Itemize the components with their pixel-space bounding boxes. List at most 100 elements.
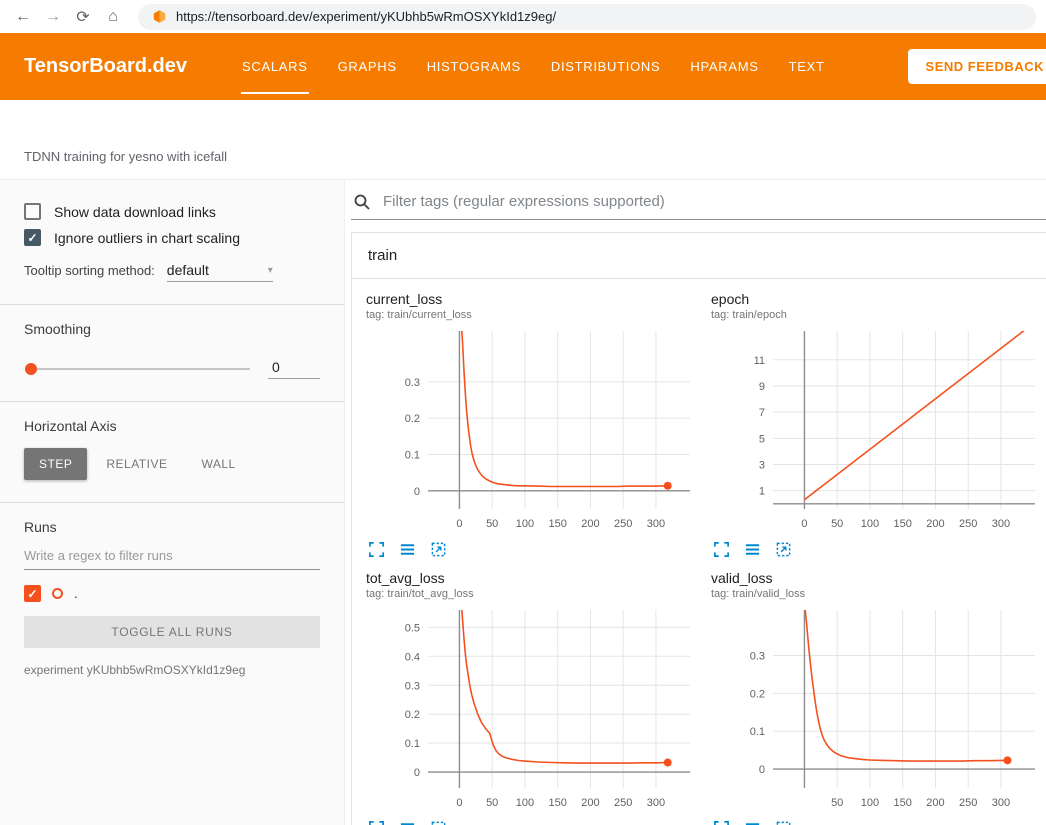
sidebar-section-smoothing: Smoothing 0 <box>0 305 344 402</box>
svg-text:250: 250 <box>614 518 632 530</box>
app-header: TensorBoard.dev SCALARSGRAPHSHISTOGRAMSD… <box>0 33 1046 100</box>
home-icon[interactable]: ⌂ <box>100 8 126 26</box>
svg-text:300: 300 <box>992 797 1010 809</box>
fit-domain-icon[interactable] <box>775 820 792 825</box>
tab-distributions[interactable]: DISTRIBUTIONS <box>536 33 676 100</box>
svg-text:300: 300 <box>647 518 665 530</box>
chart-toolbar <box>366 541 711 562</box>
svg-text:0.4: 0.4 <box>405 651 420 663</box>
svg-text:50: 50 <box>831 797 843 809</box>
fit-domain-icon[interactable] <box>430 541 447 562</box>
svg-text:0.3: 0.3 <box>750 650 765 662</box>
line-chart[interactable]: 00.10.20.3050100150200250300 <box>366 325 698 537</box>
line-chart[interactable]: 00.10.20.30.40.5050100150200250300 <box>366 604 698 816</box>
svg-text:0: 0 <box>759 764 765 776</box>
svg-text:200: 200 <box>581 797 599 809</box>
chart-tag: tag: train/current_loss <box>366 308 711 323</box>
expand-chart-icon[interactable] <box>713 541 730 562</box>
axis-button-step[interactable]: STEP <box>24 448 87 480</box>
horizontal-axis-buttons: STEPRELATIVEWALL <box>24 448 320 480</box>
tooltip-sorting-label: Tooltip sorting method: <box>24 263 155 278</box>
tab-graphs[interactable]: GRAPHS <box>323 33 412 100</box>
main-panel: train current_loss tag: train/current_lo… <box>345 180 1046 825</box>
runs-filter-input[interactable] <box>24 541 320 570</box>
axis-button-relative[interactable]: RELATIVE <box>91 448 182 480</box>
svg-text:300: 300 <box>647 797 665 809</box>
tensorboard-favicon <box>152 9 167 24</box>
show-download-links-label: Show data download links <box>54 204 216 220</box>
chevron-down-icon: ▾ <box>268 265 273 276</box>
svg-text:150: 150 <box>549 797 567 809</box>
svg-text:300: 300 <box>992 518 1010 530</box>
tab-text[interactable]: TEXT <box>774 33 840 100</box>
address-bar[interactable]: https://tensorboard.dev/experiment/yKUbh… <box>138 4 1036 30</box>
tag-group-header[interactable]: train <box>352 233 1046 279</box>
experiment-title: TDNN training for yesno with icefall <box>24 149 227 164</box>
svg-text:0: 0 <box>456 797 462 809</box>
smoothing-value-field[interactable]: 0 <box>268 359 320 379</box>
svg-text:0.1: 0.1 <box>405 450 420 462</box>
tag-filter-row <box>351 188 1046 220</box>
chart-card: current_loss tag: train/current_loss 00.… <box>366 291 711 562</box>
ignore-outliers-checkbox[interactable] <box>24 229 41 246</box>
svg-text:0.3: 0.3 <box>405 377 420 389</box>
svg-text:0: 0 <box>414 767 420 779</box>
line-chart[interactable]: 00.10.20.350100150200250300 <box>711 604 1043 816</box>
back-icon[interactable]: ← <box>10 8 36 26</box>
content: Show data download links Ignore outliers… <box>0 180 1046 825</box>
ignore-outliers-label: Ignore outliers in chart scaling <box>54 230 240 246</box>
svg-text:9: 9 <box>759 381 765 393</box>
toggle-y-axis-icon[interactable] <box>399 820 416 825</box>
app-logo: TensorBoard.dev <box>24 55 187 78</box>
tooltip-sorting-dropdown[interactable]: default ▾ <box>167 262 273 282</box>
expand-chart-icon[interactable] <box>368 541 385 562</box>
svg-text:0.1: 0.1 <box>750 726 765 738</box>
runs-label: Runs <box>24 519 320 535</box>
chart-toolbar <box>366 820 711 825</box>
run-color-circle[interactable] <box>52 588 63 599</box>
toggle-all-runs-button[interactable]: TOGGLE ALL RUNS <box>24 616 320 648</box>
run-row: . <box>24 585 320 602</box>
svg-text:200: 200 <box>926 797 944 809</box>
send-feedback-button[interactable]: SEND FEEDBACK <box>908 49 1046 84</box>
svg-text:50: 50 <box>486 518 498 530</box>
svg-text:250: 250 <box>959 518 977 530</box>
svg-text:200: 200 <box>581 518 599 530</box>
reload-icon[interactable]: ⟳ <box>70 7 96 27</box>
chart-title: valid_loss <box>711 570 1046 587</box>
show-download-links-row: Show data download links <box>24 203 320 220</box>
svg-text:250: 250 <box>614 797 632 809</box>
svg-text:0: 0 <box>456 518 462 530</box>
smoothing-slider-row: 0 <box>24 359 320 379</box>
tab-scalars[interactable]: SCALARS <box>227 33 323 100</box>
line-chart[interactable]: 1357911050100150200250300 <box>711 325 1043 537</box>
expand-chart-icon[interactable] <box>713 820 730 825</box>
charts-grid: current_loss tag: train/current_loss 00.… <box>352 279 1046 825</box>
toggle-y-axis-icon[interactable] <box>744 820 761 825</box>
horizontal-axis-label: Horizontal Axis <box>24 418 320 434</box>
fit-domain-icon[interactable] <box>430 820 447 825</box>
svg-text:100: 100 <box>861 518 879 530</box>
tag-filter-input[interactable] <box>381 192 1046 211</box>
svg-text:100: 100 <box>861 797 879 809</box>
show-download-links-checkbox[interactable] <box>24 203 41 220</box>
toggle-y-axis-icon[interactable] <box>399 541 416 562</box>
chart-card: tot_avg_loss tag: train/tot_avg_loss 00.… <box>366 570 711 825</box>
svg-text:50: 50 <box>831 518 843 530</box>
smoothing-slider[interactable] <box>26 368 250 370</box>
forward-icon[interactable]: → <box>40 8 66 26</box>
svg-text:150: 150 <box>549 518 567 530</box>
run-checkbox[interactable] <box>24 585 41 602</box>
svg-text:0.2: 0.2 <box>750 688 765 700</box>
axis-button-wall[interactable]: WALL <box>186 448 250 480</box>
svg-text:150: 150 <box>894 797 912 809</box>
fit-domain-icon[interactable] <box>775 541 792 562</box>
smoothing-slider-thumb[interactable] <box>25 363 37 375</box>
tab-histograms[interactable]: HISTOGRAMS <box>412 33 536 100</box>
tooltip-sorting-row: Tooltip sorting method: default ▾ <box>24 262 320 282</box>
tab-hparams[interactable]: HPARAMS <box>675 33 773 100</box>
svg-text:11: 11 <box>754 355 765 367</box>
toggle-y-axis-icon[interactable] <box>744 541 761 562</box>
svg-text:0.3: 0.3 <box>405 680 420 692</box>
expand-chart-icon[interactable] <box>368 820 385 825</box>
